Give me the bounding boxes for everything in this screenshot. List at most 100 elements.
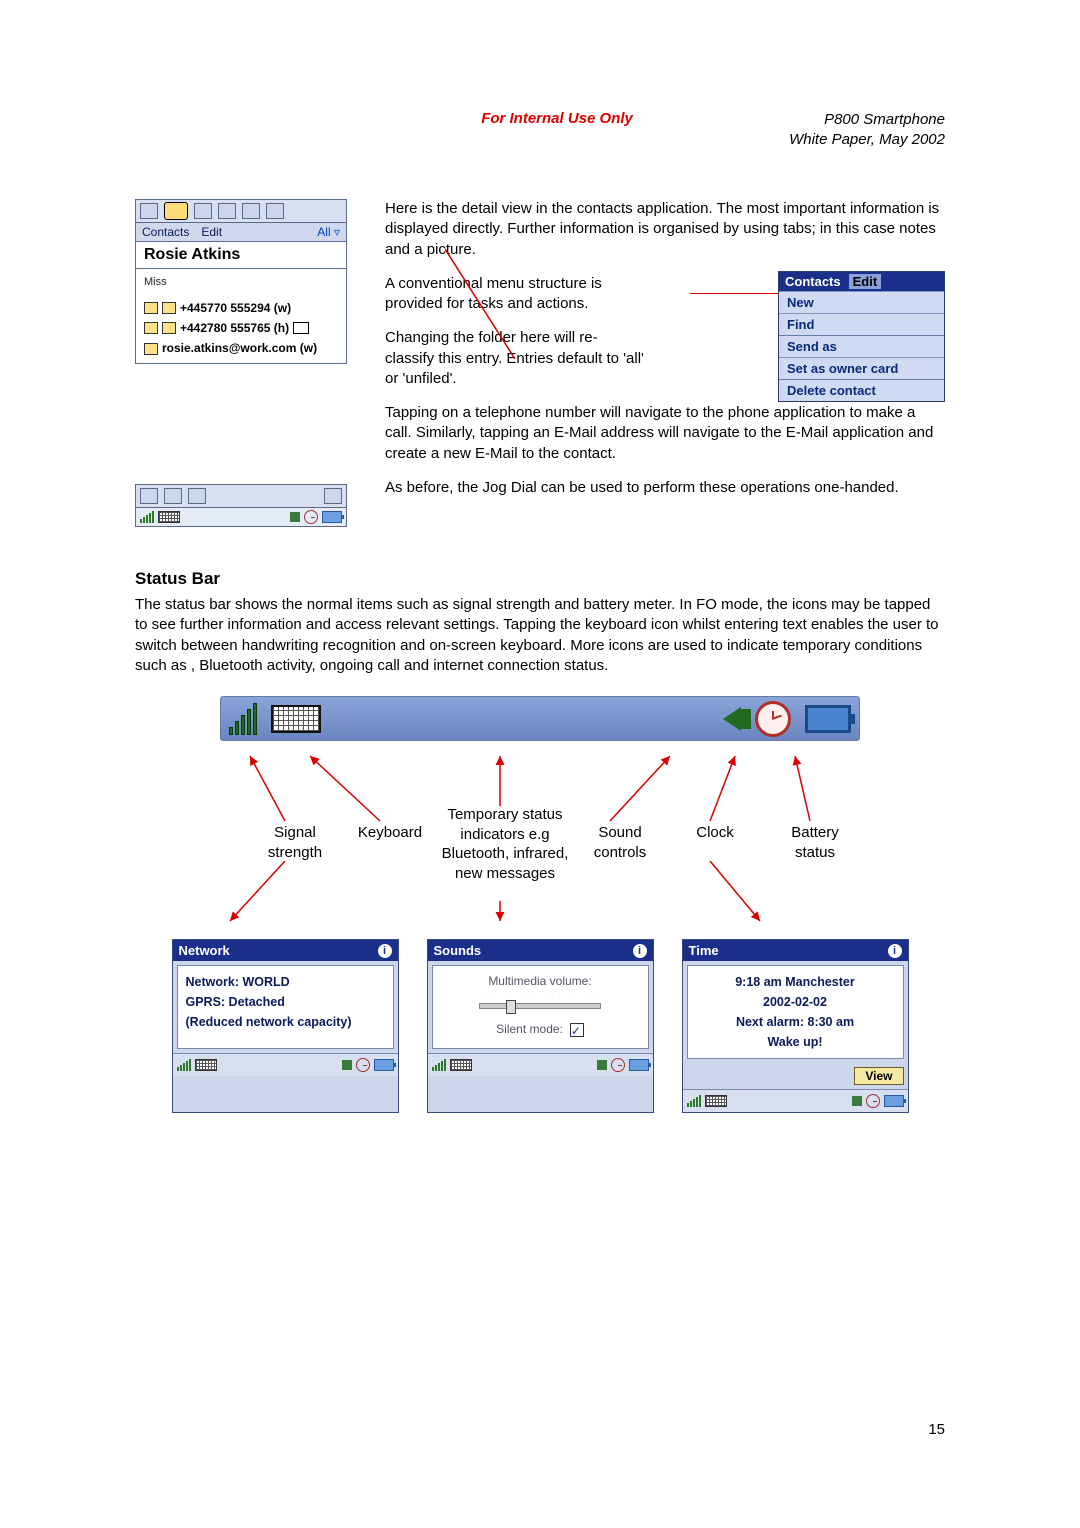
folder-dropdown[interactable]: All ▿: [317, 225, 340, 239]
applications-tab-icon[interactable]: [266, 203, 284, 219]
keyboard-icon[interactable]: [195, 1059, 217, 1071]
edit-menu-popup: Contacts Edit New Find Send as Set as ow…: [778, 271, 945, 402]
status-bar-heading: Status Bar: [135, 569, 945, 589]
label-clock: Clock: [685, 823, 745, 843]
menu-item-owner-card[interactable]: Set as owner card: [779, 357, 944, 379]
para-detail-view: Here is the detail view in the contacts …: [385, 199, 945, 260]
menu-item-new[interactable]: New: [779, 291, 944, 313]
signal-strength-icon[interactable]: [229, 703, 257, 735]
contacts-tab-icon[interactable]: [164, 202, 188, 220]
signal-icon[interactable]: [432, 1059, 446, 1071]
info-icon[interactable]: i: [378, 944, 392, 958]
sound-icon[interactable]: [852, 1096, 862, 1106]
contact-phone-home-row[interactable]: +442780 555765 (h): [144, 318, 338, 338]
messages-tab-icon[interactable]: [194, 203, 212, 219]
clock-icon[interactable]: [304, 510, 318, 524]
status-bar-description: The status bar shows the normal items su…: [135, 595, 945, 676]
header-doc-title: White Paper, May 2002: [789, 130, 945, 150]
contact-phone-work: +445770 555294 (w): [180, 298, 291, 318]
network-name: Network: WORLD: [186, 972, 385, 992]
battery-icon[interactable]: [629, 1059, 649, 1071]
network-popup-title: Network: [179, 943, 230, 958]
contact-phone-work-row[interactable]: +445770 555294 (w): [144, 298, 338, 318]
info-icon[interactable]: i: [888, 944, 902, 958]
battery-icon[interactable]: [805, 705, 851, 733]
signal-icon[interactable]: [687, 1095, 701, 1107]
phone-icon: [144, 302, 158, 314]
internet-tab-icon[interactable]: [242, 203, 260, 219]
battery-icon[interactable]: [322, 511, 342, 523]
clock-icon[interactable]: [611, 1058, 625, 1072]
signal-icon[interactable]: [140, 511, 154, 523]
contact-status-bar: [135, 508, 347, 527]
para-tap-number: Tapping on a telephone number will navig…: [385, 403, 945, 464]
edit-menu-header: Contacts Edit: [779, 272, 944, 291]
clock-icon[interactable]: [866, 1094, 880, 1108]
keyboard-icon[interactable]: [158, 511, 180, 523]
calendar-tab-icon[interactable]: [218, 203, 236, 219]
sound-controls-icon[interactable]: [723, 707, 741, 731]
silent-label: Silent mode:: [496, 1022, 563, 1036]
contacts-menu[interactable]: Contacts: [142, 225, 189, 239]
back-icon[interactable]: [324, 488, 342, 504]
contact-detail-body: Miss +445770 555294 (w) +442780 555765 (…: [135, 269, 347, 364]
time-popup: Time i 9:18 am Manchester 2002-02-02 Nex…: [682, 939, 909, 1113]
detail-tab-icon[interactable]: [140, 488, 158, 504]
page-header: For Internal Use Only P800 Smartphone Wh…: [135, 110, 945, 149]
sms-icon[interactable]: [293, 322, 309, 334]
header-internal-label: For Internal Use Only: [135, 110, 789, 127]
next-alarm: Next alarm: 8:30 am: [696, 1012, 895, 1032]
sounds-popup-title: Sounds: [434, 943, 482, 958]
keyboard-icon[interactable]: [271, 705, 321, 733]
picture-tab-icon[interactable]: [188, 488, 206, 504]
date-value: 2002-02-02: [696, 992, 895, 1012]
gprs-status: GPRS: Detached: [186, 992, 385, 1012]
battery-icon[interactable]: [374, 1059, 394, 1071]
para-jogdial: As before, the Jog Dial can be used to p…: [385, 478, 945, 498]
header-product: P800 Smartphone: [789, 110, 945, 130]
para-menu-structure: A conventional menu structure is provide…: [385, 274, 645, 315]
phone-tab-icon[interactable]: [140, 203, 158, 219]
alarm-label: Wake up!: [696, 1032, 895, 1052]
menu-item-find[interactable]: Find: [779, 313, 944, 335]
clock-icon[interactable]: [356, 1058, 370, 1072]
contact-phone-home: +442780 555765 (h): [180, 318, 289, 338]
menu-item-send-as[interactable]: Send as: [779, 335, 944, 357]
label-keyboard: Keyboard: [350, 823, 430, 843]
menu-arrow-annotation: [690, 293, 780, 294]
email-icon: [144, 343, 158, 355]
info-icon[interactable]: i: [633, 944, 647, 958]
battery-icon[interactable]: [884, 1095, 904, 1107]
time-popup-body: 9:18 am Manchester 2002-02-02 Next alarm…: [687, 965, 904, 1059]
status-bar-callouts: Signal strength Keyboard Temporary statu…: [180, 751, 900, 931]
time-location: 9:18 am Manchester: [696, 972, 895, 992]
signal-icon[interactable]: [177, 1059, 191, 1071]
contact-title: Miss: [144, 273, 338, 292]
network-popup-statusbar: [173, 1053, 398, 1076]
sound-icon[interactable]: [597, 1060, 607, 1070]
edit-menu-contacts[interactable]: Contacts: [785, 274, 841, 289]
sounds-popup-header: Sounds i: [428, 940, 653, 961]
view-button[interactable]: View: [854, 1067, 903, 1085]
status-bar-enlarged: [220, 696, 860, 741]
speech-icon: [162, 322, 176, 334]
notes-tab-icon[interactable]: [164, 488, 182, 504]
contact-email-row[interactable]: rosie.atkins@work.com (w): [144, 338, 338, 358]
edit-menu-item[interactable]: Edit: [201, 225, 222, 239]
sounds-popup-statusbar: [428, 1053, 653, 1076]
sound-icon[interactable]: [342, 1060, 352, 1070]
edit-menu-edit[interactable]: Edit: [849, 274, 882, 289]
label-sound: Sound controls: [580, 823, 660, 862]
contact-app-tabs: [135, 199, 347, 223]
clock-icon[interactable]: [755, 701, 791, 737]
keyboard-icon[interactable]: [705, 1095, 727, 1107]
volume-slider[interactable]: [479, 1003, 601, 1009]
mobile-icon: [144, 322, 158, 334]
keyboard-icon[interactable]: [450, 1059, 472, 1071]
header-doc-info: P800 Smartphone White Paper, May 2002: [789, 110, 945, 149]
contact-email: rosie.atkins@work.com (w): [162, 338, 317, 358]
silent-mode-checkbox[interactable]: [570, 1023, 584, 1037]
sound-icon[interactable]: [290, 512, 300, 522]
network-popup-body: Network: WORLD GPRS: Detached (Reduced n…: [177, 965, 394, 1049]
menu-item-delete[interactable]: Delete contact: [779, 379, 944, 401]
